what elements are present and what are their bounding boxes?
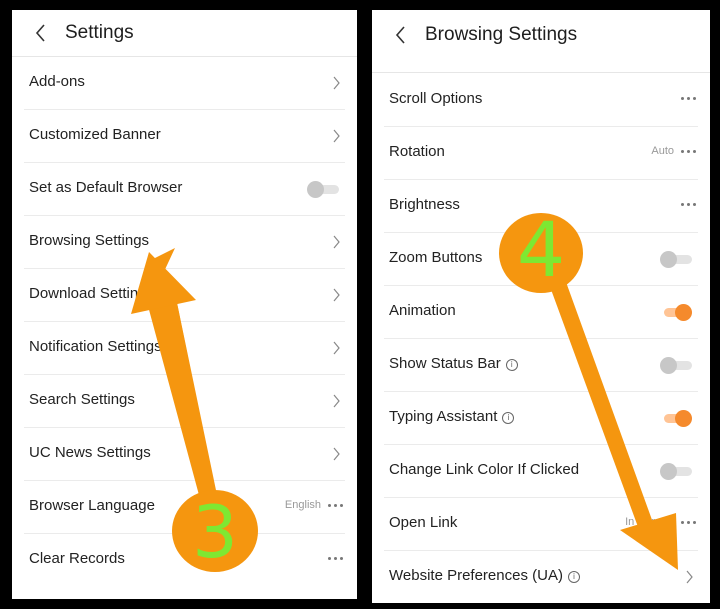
chevron-right-icon (333, 447, 340, 461)
setting-row-customized-banner[interactable]: Customized Banner (12, 109, 357, 162)
setting-label: Browsing Settings (29, 232, 149, 249)
setting-label: Brightness (389, 196, 460, 213)
toggle-switch[interactable] (660, 357, 692, 374)
setting-label-text: Typing Assistant (389, 408, 498, 425)
setting-label-text: Scroll Options (389, 90, 483, 107)
setting-label: Browser Language (29, 497, 155, 514)
setting-label: Show Status Bar i (389, 355, 518, 372)
setting-row-set-as-default-browser[interactable]: Set as Default Browser (12, 162, 357, 215)
setting-label: Notification Settings (29, 338, 162, 355)
info-icon[interactable]: i (505, 359, 518, 371)
toggle-switch[interactable] (660, 463, 692, 480)
chevron-right-icon (333, 129, 340, 143)
setting-label: Download Settings (29, 285, 154, 302)
setting-label-text: Change Link Color If Clicked (389, 461, 580, 478)
more-options-icon[interactable] (678, 150, 696, 153)
setting-label: Animation (389, 302, 456, 319)
setting-row-scroll-options[interactable]: Scroll Options (372, 73, 710, 126)
setting-label-text: Clear Records (29, 550, 125, 567)
setting-row-download-settings[interactable]: Download Settings (12, 268, 357, 321)
chevron-right-icon (333, 341, 340, 355)
toggle-switch[interactable] (307, 181, 339, 198)
setting-label-text: Search Settings (29, 391, 135, 408)
setting-label: Website Preferences (UA) i (389, 567, 580, 584)
setting-row-typing-assistant[interactable]: Typing Assistant i (372, 391, 710, 444)
more-options-icon[interactable] (325, 504, 343, 507)
setting-row-search-settings[interactable]: Search Settings (12, 374, 357, 427)
back-arrow-icon[interactable] (32, 21, 50, 45)
setting-label-text: Website Preferences (UA) (389, 567, 563, 584)
setting-value: English (284, 499, 321, 511)
more-options-icon[interactable] (678, 521, 696, 524)
setting-label-text: Brightness (389, 196, 460, 213)
setting-label-text: Notification Settings (29, 338, 162, 355)
info-icon[interactable]: i (567, 571, 580, 583)
setting-row-show-status-bar[interactable]: Show Status Bar i (372, 338, 710, 391)
step-3-number: 3 (192, 490, 238, 574)
setting-label-text: Set as Default Browser (29, 179, 183, 196)
setting-label: UC News Settings (29, 444, 151, 461)
setting-label: Typing Assistant i (389, 408, 515, 425)
toggle-switch[interactable] (660, 304, 692, 321)
setting-label: Search Settings (29, 391, 135, 408)
chevron-right-icon (333, 394, 340, 408)
back-arrow-icon[interactable] (392, 23, 410, 47)
setting-row-change-link-color-if-clicked[interactable]: Change Link Color If Clicked (372, 444, 710, 497)
more-options-icon[interactable] (325, 557, 343, 560)
setting-label-text: Browsing Settings (29, 232, 150, 249)
setting-row-open-link[interactable]: Open Link In Current (372, 497, 710, 550)
setting-row-rotation[interactable]: Rotation Auto (372, 126, 710, 179)
chevron-right-icon (333, 288, 340, 302)
setting-value: Auto (651, 145, 674, 157)
setting-row-website-preferences-ua[interactable]: Website Preferences (UA) i (372, 550, 710, 603)
toggle-switch[interactable] (660, 410, 692, 427)
browsing-settings-header: Browsing Settings (372, 10, 710, 73)
setting-label-text: Customized Banner (29, 126, 161, 143)
setting-label-text: Browser Language (29, 497, 155, 514)
settings-header: Settings (12, 10, 357, 57)
setting-row-browsing-settings[interactable]: Browsing Settings (12, 215, 357, 268)
setting-row-notification-settings[interactable]: Notification Settings (12, 321, 357, 374)
chevron-right-icon (333, 76, 340, 90)
chevron-right-icon (686, 570, 693, 584)
setting-row-uc-news-settings[interactable]: UC News Settings (12, 427, 357, 480)
setting-label-text: Zoom Buttons (389, 249, 483, 266)
setting-label-text: Show Status Bar (389, 355, 501, 372)
setting-label: Set as Default Browser (29, 179, 182, 196)
setting-label-text: Rotation (389, 143, 445, 160)
toggle-switch[interactable] (660, 251, 692, 268)
setting-row-add-ons[interactable]: Add-ons (12, 56, 357, 109)
setting-label: Zoom Buttons (389, 249, 482, 266)
page-title: Browsing Settings (425, 24, 578, 45)
more-options-icon[interactable] (678, 203, 696, 206)
setting-label-text: UC News Settings (29, 444, 151, 461)
more-options-icon[interactable] (678, 97, 696, 100)
page-title: Settings (65, 22, 134, 43)
setting-label-text: Animation (389, 302, 456, 319)
setting-label: Rotation (389, 143, 445, 160)
setting-label: Clear Records (29, 550, 125, 567)
setting-label: Scroll Options (389, 90, 482, 107)
step-4-number: 4 (516, 205, 566, 294)
setting-label-text: Add-ons (29, 73, 85, 90)
setting-label-text: Download Settings (29, 285, 155, 302)
setting-value: In Current (625, 516, 674, 528)
setting-label: Open Link (389, 514, 457, 531)
setting-label-text: Open Link (389, 514, 458, 531)
browsing-settings-screen: Browsing Settings Scroll Options Rotation… (372, 10, 710, 603)
setting-label: Add-ons (29, 73, 85, 90)
setting-label: Change Link Color If Clicked (389, 461, 579, 478)
chevron-right-icon (333, 235, 340, 249)
info-icon[interactable]: i (502, 412, 515, 424)
setting-label: Customized Banner (29, 126, 161, 143)
